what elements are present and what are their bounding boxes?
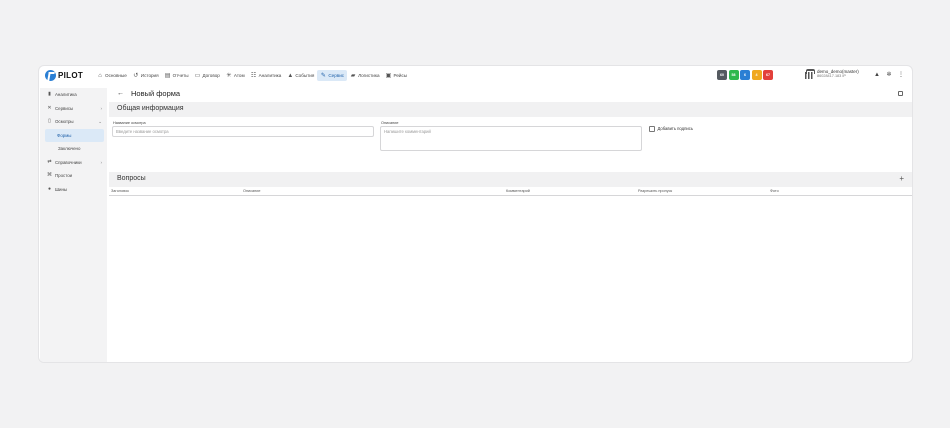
- sidebar-item-services[interactable]: ✕ Сервисы ›: [40, 102, 107, 116]
- nav-label: Атом: [233, 73, 245, 78]
- status-badge[interactable]: 6: [740, 70, 750, 80]
- bus-icon: ▣: [385, 72, 392, 79]
- description-label: Описание: [381, 121, 399, 125]
- nav-label: Логистика: [358, 73, 380, 78]
- main-nav: ⌂ Основные ↺ История ▤ Отчеты ▭ Договор ✳ Ато…: [94, 70, 410, 81]
- sidebar-item-label: Сервисы: [55, 105, 74, 111]
- tools-icon: ✕: [47, 104, 52, 111]
- sidebar-item-label: Простои: [55, 173, 73, 179]
- page-title: Новый форма: [131, 89, 181, 98]
- main-content: ← Новый форма Общая информация Название …: [109, 86, 912, 360]
- back-arrow-icon[interactable]: ←: [117, 90, 124, 97]
- truck-icon: ▰: [350, 72, 356, 79]
- nav-label: Основные: [105, 73, 127, 78]
- column-header-description[interactable]: Описание: [243, 189, 260, 193]
- chevron-right-icon: ›: [100, 105, 103, 111]
- nav-label: История: [140, 73, 159, 78]
- status-badge[interactable]: 58: [728, 70, 739, 80]
- directory-icon: ⇄: [47, 158, 52, 165]
- logo-text: PILOT: [58, 71, 84, 80]
- building-icon: [805, 69, 815, 79]
- history-icon: ↺: [133, 72, 139, 79]
- sidebar-item-label: Заключено: [58, 146, 81, 152]
- nav-label: События: [295, 73, 315, 78]
- nav-item-history[interactable]: ↺ История: [130, 70, 162, 81]
- document-icon: ▯: [48, 118, 51, 125]
- sidebar-item-label: Справочники: [55, 159, 82, 165]
- description-textarea[interactable]: Напишите комментарий: [380, 126, 642, 151]
- user-text: demo_demo(master) 86028417.183 IP: [817, 69, 859, 79]
- sidebar: ▮ Аналитика ✕ Сервисы › ▯ Осмотры ⌄ Формы Зак…: [40, 88, 107, 362]
- column-header-title[interactable]: Заголовок: [111, 189, 129, 193]
- downtime-icon: ⌘: [47, 172, 52, 179]
- nav-item-trips[interactable]: ▣ Рейсы: [383, 70, 411, 81]
- column-header-photo[interactable]: Фото: [770, 189, 779, 193]
- sidebar-item-label: Аналитика: [55, 92, 77, 98]
- sidebar-item-directories[interactable]: ⇄ Справочники ›: [40, 156, 107, 170]
- user-info[interactable]: demo_demo(master) 86028417.183 IP: [805, 69, 859, 79]
- section-title: Вопросы: [117, 175, 146, 182]
- sidebar-item-forms[interactable]: Формы: [45, 128, 104, 142]
- sidebar-item-label: Осмотры: [55, 119, 74, 125]
- page-header: ← Новый форма: [109, 86, 910, 102]
- name-label: Название осмотра: [113, 121, 146, 125]
- nav-item-contract[interactable]: ▭ Договор: [192, 70, 223, 81]
- top-icons: ▲ ✲ ⋮: [874, 72, 904, 79]
- sidebar-item-label: Шины: [55, 186, 68, 192]
- analytics-icon: ☷: [250, 72, 257, 79]
- chevron-down-icon: ⌄: [98, 118, 102, 124]
- status-badges: 60 58 6 4 67: [717, 70, 773, 80]
- wrench-icon: ✎: [320, 72, 326, 79]
- sidebar-item-label: Формы: [57, 132, 72, 138]
- save-icon[interactable]: [898, 91, 903, 96]
- status-badge[interactable]: 4: [751, 70, 762, 80]
- checkbox-icon: [649, 126, 655, 132]
- user-ip: 86028417.183 IP: [817, 74, 846, 78]
- chart-icon: ▮: [48, 91, 51, 98]
- bell-icon: ▲: [287, 72, 294, 79]
- notification-bell-icon[interactable]: ▲: [874, 72, 880, 79]
- status-badge[interactable]: 67: [763, 70, 773, 80]
- gear-icon[interactable]: ✲: [886, 72, 892, 79]
- sidebar-item-tires[interactable]: ● Шины: [40, 183, 107, 197]
- add-signature-checkbox[interactable]: Добавить подпись: [649, 126, 693, 132]
- status-badge[interactable]: 60: [717, 70, 727, 80]
- contract-icon: ▭: [194, 72, 201, 79]
- more-vertical-icon[interactable]: ⋮: [898, 72, 904, 79]
- nav-label: Рейсы: [393, 73, 408, 78]
- nav-label: Отчеты: [172, 73, 189, 78]
- nav-item-events[interactable]: ▲ События: [284, 70, 317, 81]
- top-navigation-bar: PILOT ⌂ Основные ↺ История ▤ Отчеты ▭ Догово…: [39, 66, 912, 86]
- nav-item-main[interactable]: ⌂ Основные: [94, 70, 130, 81]
- home-icon: ⌂: [98, 72, 102, 79]
- nav-item-analytics[interactable]: ☷ Аналитика: [248, 70, 285, 81]
- column-header-allow-skip[interactable]: Разрешить пропуск: [638, 189, 672, 193]
- sidebar-item-downtime[interactable]: ⌘ Простои: [40, 169, 107, 183]
- app-window: PILOT ⌂ Основные ↺ История ▤ Отчеты ▭ Догово…: [38, 65, 913, 363]
- report-icon: ▤: [164, 72, 171, 79]
- tire-icon: ●: [47, 185, 52, 192]
- nav-item-service[interactable]: ✎ Сервис: [317, 70, 348, 81]
- pilot-logo-icon: [45, 70, 56, 81]
- questions-section: Вопросы +: [109, 172, 912, 187]
- questions-table-header: Заголовок Описание Комментарий Разрешить…: [109, 188, 912, 196]
- add-question-icon[interactable]: +: [899, 174, 904, 183]
- nav-item-atom[interactable]: ✳ Атом: [223, 70, 248, 81]
- nav-label: Сервис: [328, 73, 345, 78]
- inspection-name-input[interactable]: Введите название осмотра: [112, 126, 374, 137]
- nav-item-logistics[interactable]: ▰ Логистика: [347, 70, 382, 81]
- section-title: Общая информация: [117, 105, 184, 112]
- nav-item-reports[interactable]: ▤ Отчеты: [162, 70, 192, 81]
- atom-icon: ✳: [226, 72, 232, 79]
- sidebar-item-inspections[interactable]: ▯ Осмотры ⌄: [40, 115, 107, 129]
- sidebar-item-concluded[interactable]: Заключено: [40, 142, 107, 156]
- general-info-section: Общая информация: [109, 102, 912, 117]
- nav-label: Аналитика: [258, 73, 282, 78]
- nav-label: Договор: [202, 73, 220, 78]
- checkbox-label: Добавить подпись: [657, 126, 694, 132]
- chevron-right-icon: ›: [100, 159, 103, 165]
- sidebar-item-analytics[interactable]: ▮ Аналитика: [40, 88, 107, 102]
- column-header-comment[interactable]: Комментарий: [506, 189, 530, 193]
- logo[interactable]: PILOT: [45, 70, 83, 81]
